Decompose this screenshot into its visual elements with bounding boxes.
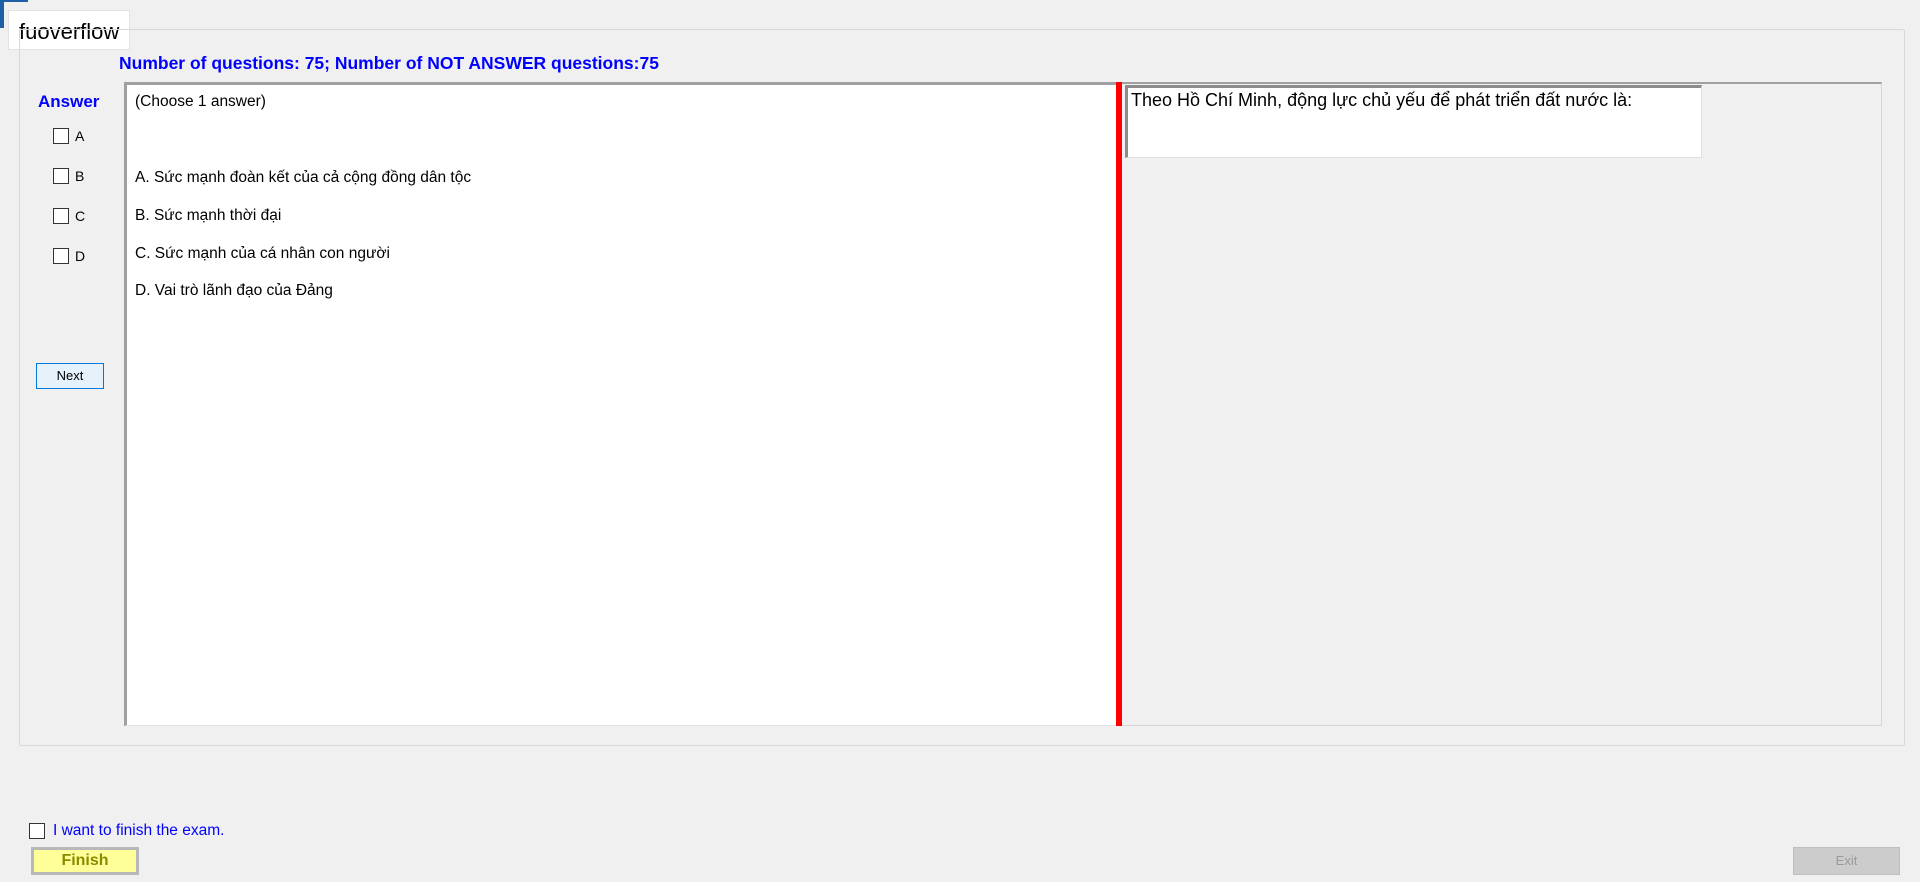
answer-d-checkbox[interactable] (53, 248, 69, 264)
question-panel: Theo Hồ Chí Minh, động lực chủ yếu để ph… (1122, 82, 1882, 726)
answer-a-checkbox[interactable] (53, 128, 69, 144)
option-c-text: C. Sức mạnh của cá nhân con người (135, 245, 390, 262)
answer-a-label: A (75, 128, 85, 144)
question-text: Theo Hồ Chí Minh, động lực chủ yếu để ph… (1125, 85, 1702, 158)
option-d-text: D. Vai trò lãnh đạo của Đảng (135, 282, 333, 299)
finish-confirm-row[interactable]: I want to finish the exam. (29, 822, 224, 840)
answer-c-label: C (75, 208, 86, 224)
option-b-text: B. Sức mạnh thời đại (135, 207, 282, 224)
answer-option-a[interactable]: A (53, 126, 84, 146)
answer-options-panel[interactable]: (Choose 1 answer) A. Sức mạnh đoàn kết c… (124, 82, 1117, 726)
exit-button[interactable]: Exit (1793, 847, 1900, 875)
next-button[interactable]: Next (36, 363, 104, 389)
finish-button[interactable]: Finish (31, 847, 139, 875)
answer-b-checkbox[interactable] (53, 168, 69, 184)
finish-confirm-label[interactable]: I want to finish the exam. (53, 822, 224, 840)
answer-option-c[interactable]: C (53, 206, 85, 226)
answer-section-title: Answer (38, 92, 100, 111)
question-count-label: Number of questions: 75; Number of NOT A… (119, 53, 659, 73)
answer-option-d[interactable]: D (53, 246, 85, 266)
answer-d-label: D (75, 248, 86, 264)
answer-b-label: B (75, 168, 85, 184)
answer-c-checkbox[interactable] (53, 208, 69, 224)
option-a-text: A. Sức mạnh đoàn kết của cả cộng đồng dâ… (135, 169, 472, 186)
answer-option-b[interactable]: B (53, 166, 84, 186)
choose-instruction: (Choose 1 answer) (135, 93, 266, 110)
finish-confirm-checkbox[interactable] (29, 823, 45, 839)
